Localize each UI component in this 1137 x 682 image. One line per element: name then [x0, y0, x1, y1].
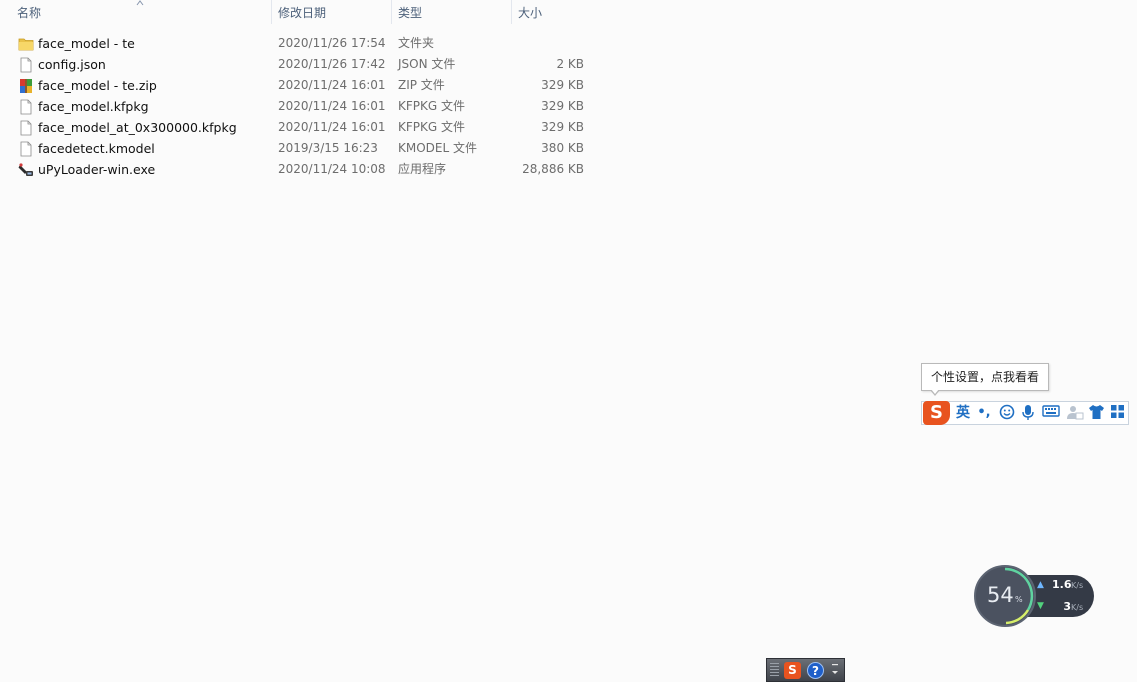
- file-size: 329 KB: [541, 78, 584, 92]
- file-icon: [18, 120, 34, 136]
- tray-options-icon[interactable]: [830, 661, 840, 679]
- ime-toolbar: S 英 •,: [921, 401, 1129, 425]
- file-size: 329 KB: [541, 99, 584, 113]
- file-row[interactable]: uPyLoader-win.exe 2020/11/24 10:08 应用程序 …: [0, 159, 600, 180]
- archive-icon: [18, 78, 34, 94]
- column-size-header[interactable]: 大小: [511, 0, 592, 24]
- ime-punctuation-toggle[interactable]: •,: [976, 404, 992, 422]
- file-type: KFPKG 文件: [398, 99, 465, 113]
- file-name: facedetect.kmodel: [38, 141, 155, 156]
- upload-unit: K/s: [1071, 581, 1084, 590]
- file-size: 28,886 KB: [522, 162, 584, 176]
- column-type-header[interactable]: 类型: [391, 0, 511, 24]
- file-row[interactable]: facedetect.kmodel 2019/3/15 16:23 KMODEL…: [0, 138, 600, 159]
- drag-grip-icon[interactable]: [770, 663, 779, 678]
- file-name: face_model - te: [38, 36, 135, 51]
- file-type: JSON 文件: [398, 57, 456, 71]
- file-date: 2020/11/24 16:01: [278, 99, 386, 113]
- file-type: ZIP 文件: [398, 78, 445, 92]
- file-type: KFPKG 文件: [398, 120, 465, 134]
- microphone-icon[interactable]: [1020, 404, 1036, 422]
- ime-settings-tooltip[interactable]: 个性设置，点我看看: [921, 363, 1049, 396]
- file-name: config.json: [38, 57, 106, 72]
- column-date-header[interactable]: 修改日期: [271, 0, 391, 24]
- file-name: uPyLoader-win.exe: [38, 162, 156, 177]
- file-row[interactable]: face_model - te 2020/11/26 17:54 文件夹: [0, 33, 600, 54]
- file-size: 2 KB: [556, 57, 584, 71]
- skin-shirt-icon[interactable]: [1087, 404, 1105, 422]
- toolbox-grid-icon[interactable]: [1108, 404, 1126, 422]
- file-size: 380 KB: [541, 141, 584, 155]
- file-date: 2020/11/26 17:54: [278, 36, 386, 50]
- sogou-tray-icon[interactable]: S: [784, 662, 801, 679]
- memory-usage-percent: 54: [987, 583, 1014, 607]
- ime-tray-bar: S ?: [766, 658, 845, 682]
- file-name: face_model - te.zip: [38, 78, 157, 93]
- file-row[interactable]: face_model - te.zip 2020/11/24 16:01 ZIP…: [0, 75, 600, 96]
- download-arrow-icon: ▼: [1037, 601, 1044, 611]
- sort-ascending-icon: [136, 0, 144, 8]
- file-list: face_model - te 2020/11/26 17:54 文件夹 con…: [0, 33, 600, 180]
- file-name: face_model_at_0x300000.kfpkg: [38, 120, 237, 135]
- file-date: 2019/3/15 16:23: [278, 141, 378, 155]
- file-type: KMODEL 文件: [398, 141, 477, 155]
- upload-speed: 1.6: [1052, 578, 1072, 591]
- file-date: 2020/11/24 16:01: [278, 78, 386, 92]
- file-type: 文件夹: [398, 36, 435, 50]
- user-account-icon[interactable]: [1066, 404, 1084, 422]
- file-row[interactable]: face_model.kfpkg 2020/11/24 16:01 KFPKG …: [0, 96, 600, 117]
- help-icon[interactable]: ?: [807, 662, 824, 679]
- file-date: 2020/11/26 17:42: [278, 57, 386, 71]
- file-name: face_model.kfpkg: [38, 99, 149, 114]
- download-unit: K/s: [1071, 603, 1084, 612]
- tooltip-tail: [930, 389, 940, 396]
- emoji-icon[interactable]: [998, 404, 1016, 422]
- file-size: 329 KB: [541, 120, 584, 134]
- percent-symbol: %: [1015, 595, 1023, 604]
- file-icon: [18, 57, 34, 73]
- ime-language-toggle[interactable]: 英: [954, 404, 972, 422]
- file-icon: [18, 141, 34, 157]
- keyboard-icon[interactable]: [1041, 404, 1061, 422]
- upload-arrow-icon: ▲: [1037, 580, 1044, 590]
- file-date: 2020/11/24 10:08: [278, 162, 386, 176]
- exe-icon: [18, 162, 34, 178]
- file-row[interactable]: face_model_at_0x300000.kfpkg 2020/11/24 …: [0, 117, 600, 138]
- file-row[interactable]: config.json 2020/11/26 17:42 JSON 文件 2 K…: [0, 54, 600, 75]
- file-date: 2020/11/24 16:01: [278, 120, 386, 134]
- sogou-logo-icon[interactable]: S: [923, 401, 950, 425]
- file-type: 应用程序: [398, 162, 447, 176]
- column-header: 名称 修改日期 类型 大小: [0, 0, 592, 24]
- download-speed: 3: [1063, 600, 1071, 613]
- folder-icon: [18, 36, 34, 52]
- ime-tooltip-text: 个性设置，点我看看: [930, 370, 1039, 384]
- file-icon: [18, 99, 34, 115]
